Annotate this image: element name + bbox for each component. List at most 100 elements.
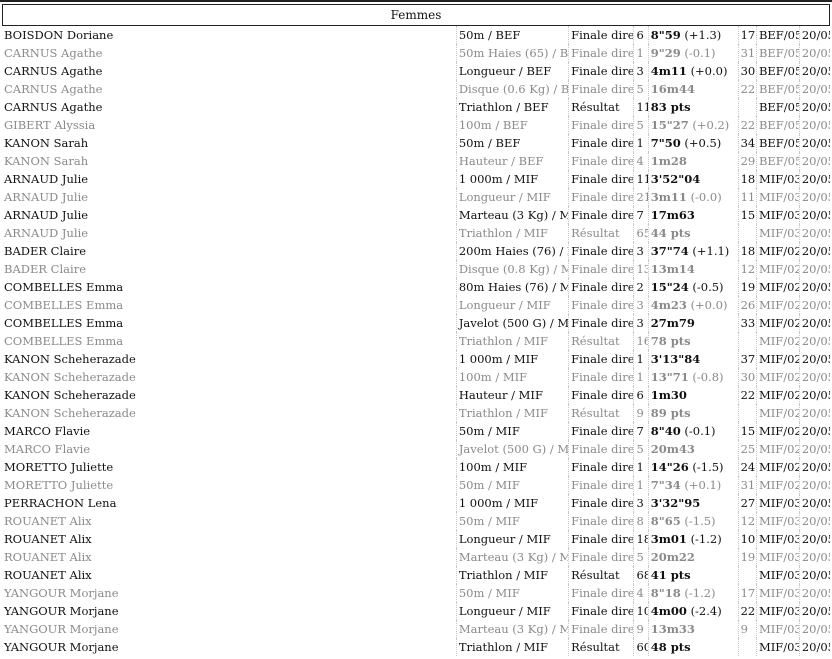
round-cell: Finale directe	[568, 440, 634, 458]
place-cell: 2	[633, 278, 649, 296]
date-cell: 20/05	[798, 62, 830, 80]
date-cell: 20/05	[798, 224, 830, 242]
top-rule	[0, 0, 832, 2]
wind-value: (-0.5)	[692, 280, 724, 294]
round-cell: Finale directe	[568, 422, 634, 440]
date-cell: 20/05	[798, 512, 830, 530]
performance-value: 41 pts	[650, 568, 691, 582]
points-cell: 10	[737, 530, 757, 548]
round-cell: Résultat	[568, 98, 634, 116]
category-cell: MIF/03	[755, 224, 800, 242]
athlete-cell: ARNAUD Julie	[4, 226, 89, 240]
athlete-cell: COMBELLES Emma	[4, 298, 124, 312]
performance-cell: 16m44	[647, 80, 739, 98]
results-table: BOISDON Doriane50m / BEFFinale directe68…	[2, 26, 830, 656]
table-row: CARNUS Agathe Longueur / BEFFinale direct…	[2, 62, 830, 80]
athlete-cell: KANON Scheherazade	[4, 370, 136, 384]
performance-cell: 15"24 (-0.5)	[647, 278, 739, 296]
performance-value: 13m14	[650, 262, 695, 276]
points-cell	[737, 224, 757, 242]
points-cell: 19	[737, 548, 757, 566]
points-cell: 31	[737, 476, 757, 494]
place-cell: 11	[633, 98, 649, 116]
event-cell: Triathlon / MIF	[455, 638, 569, 656]
table-row: COMBELLES Emma Javelot (500 G) / MIFFinal…	[2, 314, 830, 332]
event-cell: 100m / BEF	[455, 116, 569, 134]
round-cell: Finale directe	[568, 620, 634, 638]
performance-value: 3m11	[650, 190, 687, 204]
table-row: YANGOUR Morjane Marteau (3 Kg) / MIFFinal…	[2, 620, 830, 638]
points-cell: 29	[737, 152, 757, 170]
place-cell: 1	[633, 458, 649, 476]
place-cell: 16	[633, 332, 649, 350]
points-cell: 30	[737, 368, 757, 386]
points-cell: 22	[737, 116, 757, 134]
table-row: COMBELLES Emma Triathlon / MIFRésultat167…	[2, 332, 830, 350]
event-cell: Triathlon / MIF	[455, 332, 569, 350]
place-cell: 18	[633, 530, 649, 548]
category-cell: MIF/02	[755, 440, 800, 458]
place-cell: 65	[633, 224, 649, 242]
date-cell: 20/05	[798, 152, 830, 170]
athlete-cell: MARCO Flavie	[4, 442, 91, 456]
performance-value: 44 pts	[650, 226, 691, 240]
event-cell: Javelot (500 G) / MIF	[455, 440, 569, 458]
wind-value: (-0.1)	[684, 424, 716, 438]
category-cell: MIF/03	[755, 638, 800, 656]
category-cell: MIF/02	[755, 422, 800, 440]
place-cell: 6	[633, 386, 649, 404]
event-cell: Hauteur / MIF	[455, 386, 569, 404]
wind-value: (-1.5)	[684, 514, 716, 528]
category-cell: MIF/03	[755, 566, 800, 584]
points-cell: 33	[737, 314, 757, 332]
performance-cell: 3'13"84	[647, 350, 739, 368]
performance-value: 20m43	[650, 442, 695, 456]
event-cell: Hauteur / BEF	[455, 152, 569, 170]
performance-cell: 37"74 (+1.1)	[647, 242, 739, 260]
table-row: YANGOUR Morjane 50m / MIFFinale directe48…	[2, 584, 830, 602]
performance-value: 13"71	[650, 370, 689, 384]
performance-cell: 7"50 (+0.5)	[647, 134, 739, 152]
event-cell: Longueur / MIF	[455, 602, 569, 620]
category-cell: MIF/02	[755, 368, 800, 386]
points-cell	[737, 332, 757, 350]
date-cell: 20/05	[798, 404, 830, 422]
performance-value: 7"50	[650, 136, 681, 150]
points-cell: 30	[737, 62, 757, 80]
performance-value: 27m79	[650, 316, 695, 330]
event-cell: Marteau (3 Kg) / MIF	[455, 548, 569, 566]
performance-cell: 4m23 (+0.0)	[647, 296, 739, 314]
date-cell: 20/05	[798, 314, 830, 332]
performance-cell: 13m14	[647, 260, 739, 278]
round-cell: Finale directe	[568, 80, 634, 98]
table-row: MORETTO Juliette 100m / MIFFinale directe…	[2, 458, 830, 476]
place-cell: 7	[633, 422, 649, 440]
category-cell: BEF/05	[755, 98, 800, 116]
performance-cell: 15"27 (+0.2)	[647, 116, 739, 134]
performance-cell: 3m11 (-0.0)	[647, 188, 739, 206]
event-cell: 80m Haies (76) / MIF	[455, 278, 569, 296]
athlete-cell: CARNUS Agathe	[4, 64, 103, 78]
points-cell	[737, 404, 757, 422]
performance-cell: 27m79	[647, 314, 739, 332]
athlete-cell: COMBELLES Emma	[4, 316, 124, 330]
round-cell: Finale directe	[568, 368, 634, 386]
wind-value: (-1.5)	[692, 460, 724, 474]
category-cell: MIF/02	[755, 242, 800, 260]
place-cell: 1	[633, 134, 649, 152]
category-cell: MIF/03	[755, 170, 800, 188]
performance-value: 8"59	[650, 28, 681, 42]
points-cell: 26	[737, 296, 757, 314]
points-cell: 37	[737, 350, 757, 368]
date-cell: 20/05	[798, 278, 830, 296]
round-cell: Finale directe	[568, 116, 634, 134]
performance-value: 3'32"95	[650, 496, 701, 510]
place-cell: 11	[633, 170, 649, 188]
performance-value: 15"27	[650, 118, 689, 132]
performance-value: 14"26	[650, 460, 689, 474]
table-row: COMBELLES Emma 80m Haies (76) / MIFFinale…	[2, 278, 830, 296]
athlete-cell: COMBELLES Emma	[4, 334, 124, 348]
category-cell: MIF/03	[755, 584, 800, 602]
place-cell: 1	[633, 368, 649, 386]
points-cell: 12	[737, 512, 757, 530]
